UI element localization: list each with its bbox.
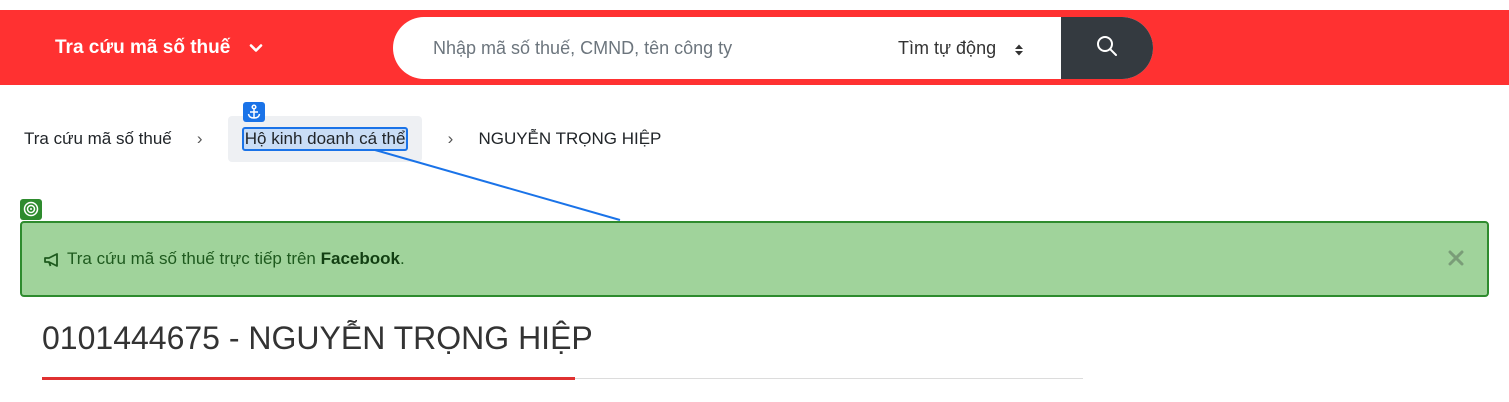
facebook-alert: Tra cứu mã số thuế trực tiếp trên Facebo… <box>20 221 1489 297</box>
breadcrumb-item-category-label: Hộ kinh doanh cá thể <box>241 127 409 151</box>
search-button[interactable] <box>1061 17 1153 79</box>
breadcrumb-item-current: NGUYỄN TRỌNG HIỆP <box>478 129 662 148</box>
breadcrumb-item-category[interactable]: Hộ kinh doanh cá thể <box>227 116 423 162</box>
brand-label: Tra cứu mã số thuế <box>55 36 231 58</box>
top-navbar: Tra cứu mã số thuế Tìm tự động <box>0 10 1509 85</box>
megaphone-icon <box>44 252 62 267</box>
search-input[interactable] <box>393 17 873 79</box>
brand-menu[interactable]: Tra cứu mã số thuế <box>55 10 264 85</box>
search-mode-label: Tìm tự động <box>898 37 997 58</box>
search-mode-select[interactable]: Tìm tự động <box>898 17 1024 79</box>
anchor-icon <box>243 102 265 122</box>
search-bar: Tìm tự động <box>393 17 1153 79</box>
chevron-down-icon <box>248 40 264 56</box>
breadcrumb: Tra cứu mã số thuế › Hộ kinh doanh cá th… <box>24 116 661 162</box>
facebook-link[interactable]: Facebook <box>321 249 400 269</box>
breadcrumb-separator: › <box>447 129 454 148</box>
target-icon <box>20 199 42 220</box>
close-icon[interactable] <box>1447 249 1465 267</box>
alert-text-end: . <box>399 249 405 268</box>
breadcrumb-separator: › <box>196 129 203 148</box>
page-title: 0101444675 - NGUYỄN TRỌNG HIỆP <box>42 320 593 356</box>
breadcrumb-item-home[interactable]: Tra cứu mã số thuế <box>24 129 172 149</box>
search-icon <box>1095 34 1119 63</box>
alert-text: Tra cứu mã số thuế trực tiếp trên <box>67 249 321 268</box>
title-underline-accent <box>42 377 575 380</box>
sort-arrows-icon <box>1014 41 1024 56</box>
